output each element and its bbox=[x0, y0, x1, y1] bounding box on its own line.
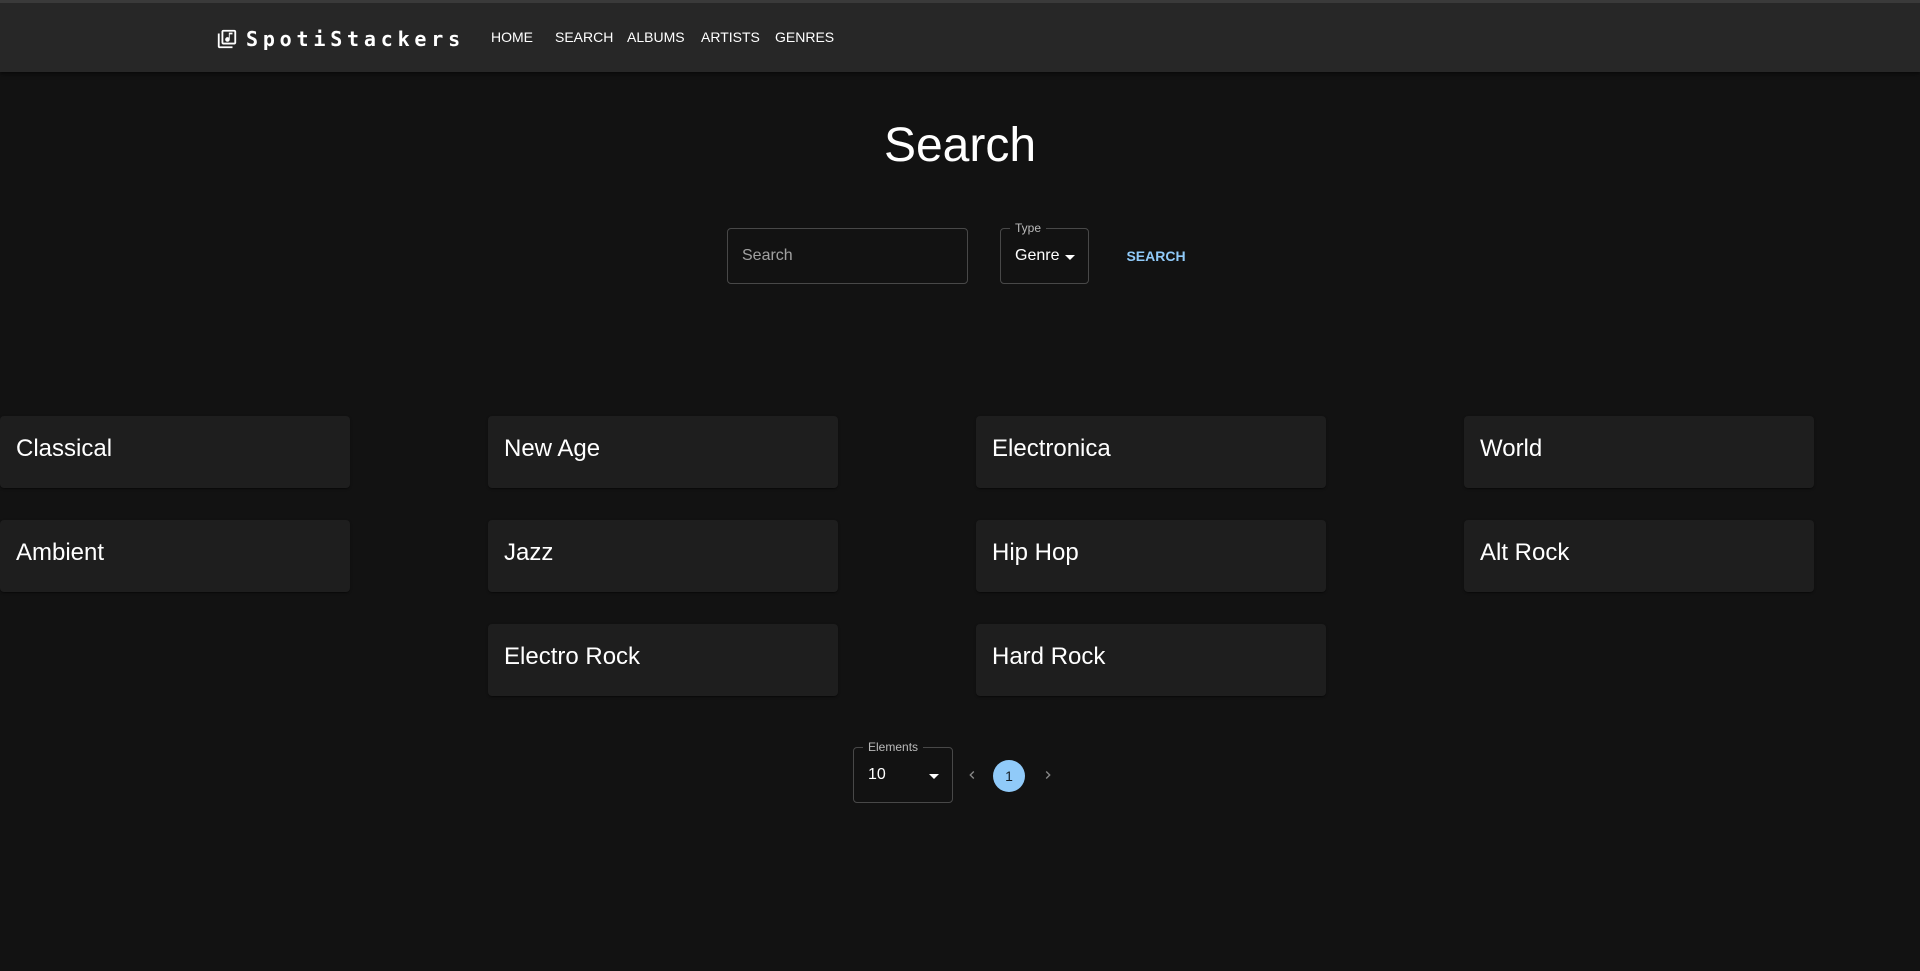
genre-name: Electronica bbox=[992, 435, 1111, 462]
genre-name: Ambient bbox=[16, 539, 105, 566]
genre-card[interactable]: Electronica bbox=[976, 416, 1326, 488]
elements-value: 10 bbox=[868, 766, 886, 783]
type-label: Type bbox=[1010, 221, 1047, 235]
brand[interactable]: SpotiStackers bbox=[216, 25, 465, 53]
music-library-icon bbox=[217, 29, 237, 49]
search-input[interactable] bbox=[728, 229, 967, 283]
genre-card[interactable]: Hard Rock bbox=[976, 624, 1326, 696]
search-field bbox=[727, 228, 968, 284]
search-button[interactable]: SEARCH bbox=[1120, 240, 1192, 272]
nav-home[interactable]: HOME bbox=[491, 29, 533, 45]
genre-name: Hip Hop bbox=[992, 539, 1079, 566]
genre-name: New Age bbox=[504, 435, 601, 462]
page-title: Search bbox=[883, 119, 1037, 172]
caret-down-icon bbox=[1065, 255, 1075, 260]
chevron-right-icon[interactable] bbox=[1037, 764, 1059, 786]
genre-name: Hard Rock bbox=[992, 643, 1106, 670]
elements-per-page-select[interactable]: Elements 10 bbox=[853, 740, 953, 803]
genre-name: Jazz bbox=[504, 539, 554, 566]
nav-search[interactable]: SEARCH bbox=[555, 29, 613, 45]
page-number-button[interactable]: 1 bbox=[993, 760, 1025, 792]
chevron-left-icon[interactable] bbox=[961, 764, 983, 786]
genre-card[interactable]: Hip Hop bbox=[976, 520, 1326, 592]
genre-name: Alt Rock bbox=[1480, 539, 1570, 566]
genre-card[interactable]: Jazz bbox=[488, 520, 838, 592]
genre-name: Electro Rock bbox=[504, 643, 641, 670]
genre-card[interactable]: World bbox=[1464, 416, 1814, 488]
genre-name: Classical bbox=[16, 435, 113, 462]
genre-card[interactable]: Electro Rock bbox=[488, 624, 838, 696]
brand-name: SpotiStackers bbox=[246, 27, 465, 51]
type-select[interactable]: Type Genre bbox=[1000, 221, 1089, 284]
nav-genres[interactable]: GENRES bbox=[775, 29, 834, 45]
genre-name: World bbox=[1480, 435, 1543, 462]
app-bar: SpotiStackers HOME SEARCH ALBUMS ARTISTS… bbox=[0, 0, 1920, 72]
caret-down-icon bbox=[929, 774, 939, 779]
genre-card[interactable]: New Age bbox=[488, 416, 838, 488]
nav-albums[interactable]: ALBUMS bbox=[627, 29, 685, 45]
genre-card[interactable]: Classical bbox=[0, 416, 350, 488]
elements-label: Elements bbox=[863, 740, 924, 754]
genre-card[interactable]: Ambient bbox=[0, 520, 350, 592]
nav-artists[interactable]: ARTISTS bbox=[701, 29, 760, 45]
type-value: Genre bbox=[1015, 247, 1060, 264]
genre-card[interactable]: Alt Rock bbox=[1464, 520, 1814, 592]
